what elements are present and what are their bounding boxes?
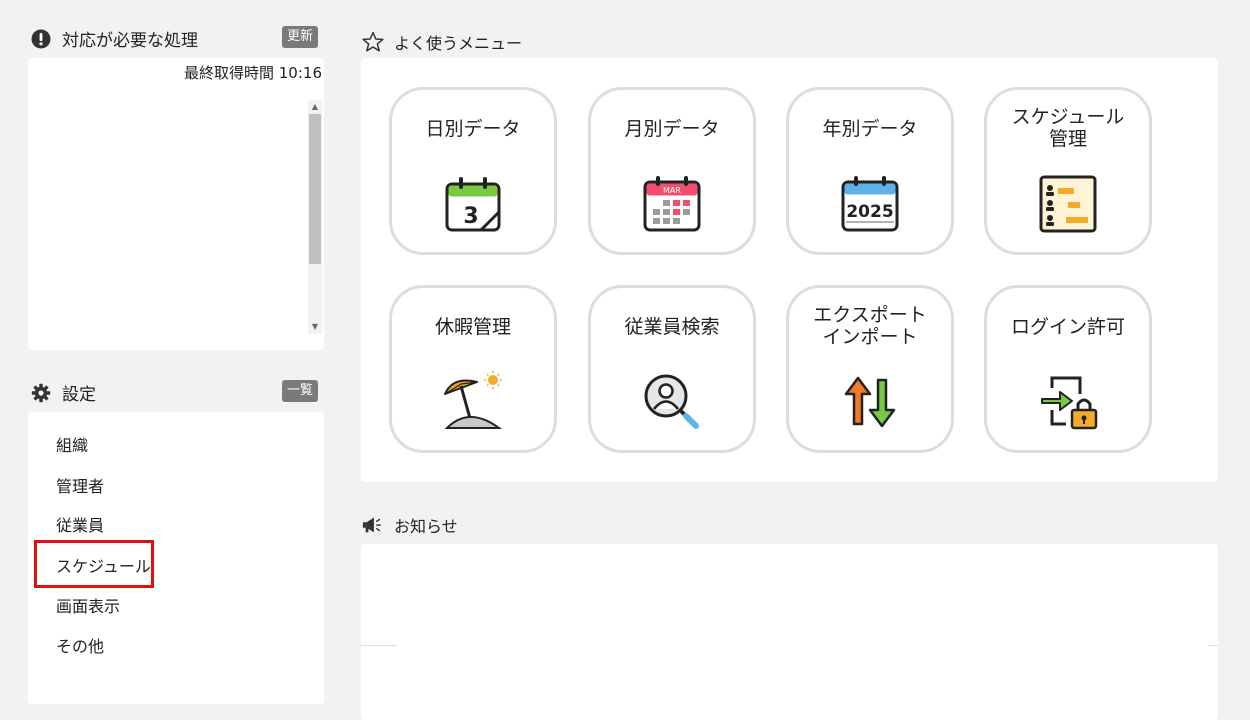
scroll-up-icon[interactable]: ▲ [308,100,322,114]
notices-header: お知らせ [362,513,458,537]
tile-employee-search[interactable]: 従業員検索 [588,285,756,453]
star-icon [362,31,384,53]
settings-item-other[interactable]: その他 [56,633,104,657]
notices-divider [361,645,397,646]
calendar-month-icon: MAR [640,172,704,236]
scroll-down-icon[interactable]: ▼ [308,320,322,334]
tile-monthly-data[interactable]: 月別データ MAR [588,87,756,255]
settings-header: 設定 [30,380,96,405]
notices-title: お知らせ [394,517,458,536]
calendar-day-number: 3 [463,204,478,229]
person-search-icon [640,370,704,434]
calendar-month-text: MAR [663,186,681,195]
alert-icon [30,28,52,50]
tile-schedule-management[interactable]: スケジュール 管理 [984,87,1152,255]
pending-header: 対応が必要な処理 [30,26,198,51]
settings-list-button[interactable]: 一覧 [282,380,319,402]
calendar-day-icon: 3 [441,172,505,236]
tile-label: 休暇管理 [434,316,511,338]
tile-leave-management[interactable]: 休暇管理 [389,285,557,453]
tile-yearly-data[interactable]: 年別データ 2025 [786,87,954,255]
favorites-header: よく使うメニュー [362,30,522,54]
calendar-year-text: 2025 [846,202,893,222]
refresh-button[interactable]: 更新 [282,26,319,48]
settings-title: 設定 [62,385,96,405]
settings-item-admin[interactable]: 管理者 [56,473,104,497]
favorites-title: よく使うメニュー [394,34,523,53]
tile-label-line2: インポート [822,326,918,348]
calendar-year-icon: 2025 [838,172,902,236]
tile-login-permission[interactable]: ログイン許可 [984,285,1152,453]
favorites-panel: 日別データ 3 月別データ MAR 年別データ 2025 スケジュール 管理 休… [361,58,1218,482]
tile-label: 年別データ [822,118,918,140]
tile-label: エクスポート インポート [789,304,951,348]
tile-label: スケジュール 管理 [987,106,1149,150]
settings-item-employee[interactable]: 従業員 [56,512,104,536]
beach-umbrella-icon [441,370,505,434]
up-down-arrows-icon [838,370,902,434]
settings-item-display[interactable]: 画面表示 [56,593,120,617]
tile-label-line2: 管理 [1048,128,1087,150]
tile-daily-data[interactable]: 日別データ 3 [389,87,557,255]
pending-title: 対応が必要な処理 [62,31,198,51]
login-lock-icon [1036,370,1100,434]
last-fetched-time: 最終取得時間 10:16 [184,64,322,82]
tile-label-line1: エクスポート [813,304,927,326]
pending-panel: 最終取得時間 10:16 ▲ ▼ [28,58,324,350]
tile-label: 従業員検索 [624,316,720,338]
settings-item-organization[interactable]: 組織 [56,432,88,456]
tile-label: ログイン許可 [1010,316,1125,338]
notices-panel [361,544,1218,720]
scroll-thumb[interactable] [309,114,321,264]
notices-divider-right [1208,645,1218,646]
tile-label-line1: スケジュール [1011,106,1125,128]
tile-label: 日別データ [425,118,521,140]
tile-label: 月別データ [624,118,720,140]
megaphone-icon [362,514,384,536]
schedule-chart-icon [1036,172,1100,236]
highlight-frame [34,540,154,588]
gear-icon [30,382,52,404]
pending-scrollbar[interactable]: ▲ ▼ [308,100,322,334]
tile-export-import[interactable]: エクスポート インポート [786,285,954,453]
